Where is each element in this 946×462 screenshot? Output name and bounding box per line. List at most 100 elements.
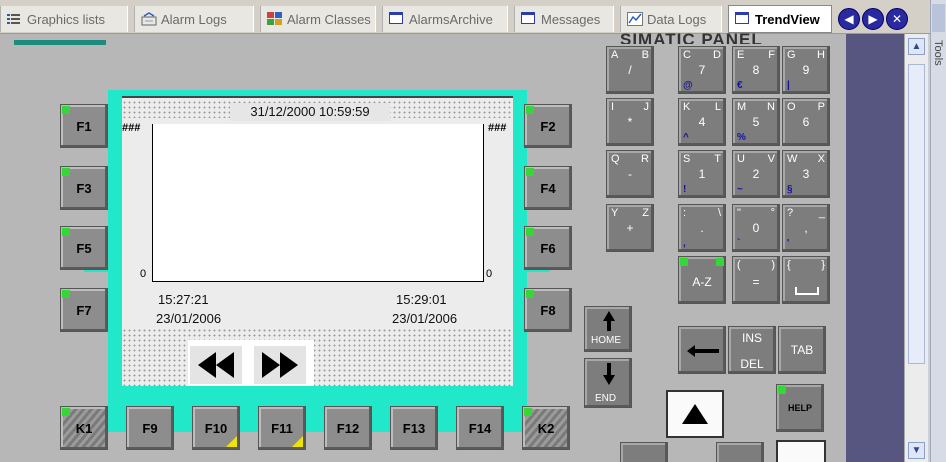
scroll-up-button[interactable]: ▲ <box>908 38 925 55</box>
home-label: HOME <box>591 335 621 346</box>
keypad-key[interactable]: K L 4 ^ <box>678 98 726 146</box>
keypad-key[interactable]: Y Z + <box>606 204 654 252</box>
trend-view: 31/12/2000 10:59:59 ### ### 0 0 15:27:21… <box>122 96 513 386</box>
keypad-key[interactable]: G H 9 | <box>782 46 830 94</box>
keypad-key[interactable]: : \., <box>678 204 726 252</box>
key-alt-right: F <box>768 49 775 61</box>
x-axis-start-time: 15:27:21 <box>158 292 209 307</box>
scroll-tabs-right-button[interactable]: ▶ <box>862 8 884 30</box>
tab-messages[interactable]: Messages <box>514 6 614 32</box>
keypad-key[interactable]: U V 2 ~ <box>732 150 780 198</box>
home-key[interactable]: HOME <box>584 306 632 352</box>
function-key-f10[interactable]: F10 <box>192 406 240 450</box>
key-alt-left: M <box>737 101 747 113</box>
trend-datetime: 31/12/2000 10:59:59 <box>230 103 390 121</box>
keypad-key[interactable]: " ° 0 ` <box>732 204 780 252</box>
vertical-scrollbar[interactable]: ▲ ▼ <box>904 34 928 462</box>
triangle-up-icon <box>682 404 708 424</box>
function-key-f1[interactable]: F1 <box>60 104 108 148</box>
function-key-k1[interactable]: K1 <box>60 406 108 450</box>
key-main: 5 <box>752 115 760 129</box>
led-indicator <box>716 258 724 266</box>
tools-sidebar[interactable]: Tools <box>930 0 946 462</box>
function-key-f4[interactable]: F4 <box>524 166 572 210</box>
function-key-f11[interactable]: F11 <box>258 406 306 450</box>
tab-alarms-archive[interactable]: AlarmsArchive <box>382 6 508 32</box>
tab-alarm-logs[interactable]: Alarm Logs <box>134 6 254 32</box>
tab-trend-view[interactable]: TrendView <box>728 5 832 33</box>
scroll-tabs-left-button[interactable]: ◀ <box>838 8 860 30</box>
left-axis-zero: 0 <box>140 268 147 280</box>
key-alt-left: A <box>611 49 619 61</box>
backspace-key[interactable] <box>678 326 726 374</box>
key-label: K1 <box>75 420 93 436</box>
trend-toolbar-area <box>122 328 513 386</box>
trend-plot-area[interactable] <box>152 124 484 282</box>
tab-alarm-classes[interactable]: Alarm Classes <box>260 6 376 32</box>
function-key-f6[interactable]: F6 <box>524 226 572 270</box>
key-alt-left: U <box>737 153 745 165</box>
key-main: + <box>626 221 634 235</box>
led-indicator <box>778 386 786 394</box>
key-alt-left: ? <box>787 207 794 219</box>
keypad-key[interactable]: ? _, ' <box>782 204 830 252</box>
key-label: F2 <box>540 118 556 134</box>
panel-accent-strip <box>14 40 106 45</box>
scroll-back-button[interactable] <box>188 344 244 386</box>
function-key-f5[interactable]: F5 <box>60 226 108 270</box>
tab-label: AlarmsArchive <box>409 11 493 27</box>
function-key-f9[interactable]: F9 <box>126 406 174 450</box>
scroll-down-button[interactable]: ▼ <box>908 442 925 459</box>
scroll-forward-button[interactable] <box>252 344 308 386</box>
key-main: 6 <box>802 115 810 129</box>
cursor-up-button[interactable] <box>666 390 724 438</box>
paren-equals-key[interactable]: () = <box>732 256 780 304</box>
key-alt-left: E <box>737 49 745 61</box>
led-indicator <box>526 106 534 114</box>
keypad-key[interactable]: M N 5% <box>732 98 780 146</box>
close-tab-button[interactable]: ✕ <box>886 8 908 30</box>
keypad-key[interactable]: E F 8 € <box>732 46 780 94</box>
keypad-key[interactable]: C D 7 @ <box>678 46 726 94</box>
corner-indicator <box>226 436 237 447</box>
function-key-f12[interactable]: F12 <box>324 406 372 450</box>
tab-graphics-lists[interactable]: Graphics lists <box>0 6 128 32</box>
key-alt-left: Q <box>611 153 620 165</box>
cursor-right-key[interactable] <box>716 442 764 462</box>
key-main: - <box>628 167 632 181</box>
cursor-left-key[interactable] <box>620 442 668 462</box>
end-key[interactable]: END <box>584 358 632 408</box>
brace-space-key[interactable]: {} <box>782 256 830 304</box>
keypad-key[interactable]: A B / <box>606 46 654 94</box>
function-key-f13[interactable]: F13 <box>390 406 438 450</box>
az-key[interactable]: A-Z <box>678 256 726 304</box>
keypad-key[interactable]: Q R- <box>606 150 654 198</box>
del-label: DEL <box>740 357 764 371</box>
function-key-f3[interactable]: F3 <box>60 166 108 210</box>
ins-del-key[interactable]: INS DEL <box>728 326 776 374</box>
function-key-f14[interactable]: F14 <box>456 406 504 450</box>
key-symbol: ~ <box>737 184 743 195</box>
tab-data-logs[interactable]: Data Logs <box>620 6 722 32</box>
scrollbar-thumb[interactable] <box>908 64 925 364</box>
tab-key[interactable]: TAB <box>778 326 826 374</box>
enter-key[interactable] <box>776 440 826 462</box>
function-key-f8[interactable]: F8 <box>524 288 572 332</box>
help-key[interactable]: HELP <box>776 384 824 432</box>
key-alt-right: T <box>714 153 721 165</box>
window-icon <box>521 12 537 26</box>
keypad-key[interactable]: O P6 <box>782 98 830 146</box>
key-symbol: , <box>683 238 686 249</box>
keypad-key[interactable]: W X 3 § <box>782 150 830 198</box>
tools-label: Tools <box>932 40 944 66</box>
keypad-key[interactable]: I J * <box>606 98 654 146</box>
key-label: F11 <box>271 420 293 436</box>
key-main: 3 <box>802 167 810 181</box>
function-key-f7[interactable]: F7 <box>60 288 108 332</box>
function-key-k2[interactable]: K2 <box>522 406 570 450</box>
space-icon <box>795 287 819 295</box>
led-indicator <box>680 258 688 266</box>
function-key-f2[interactable]: F2 <box>524 104 572 148</box>
keypad-key[interactable]: S T 1! <box>678 150 726 198</box>
chevron-left-icon: ◀ <box>844 12 854 26</box>
